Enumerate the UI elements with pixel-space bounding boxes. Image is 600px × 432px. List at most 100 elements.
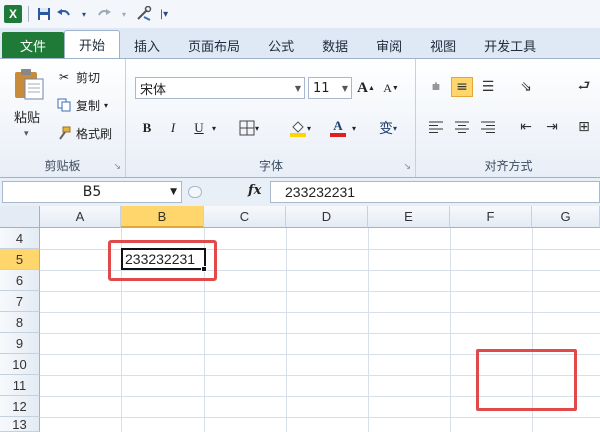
borders-icon: [239, 120, 255, 136]
paste-button[interactable]: 粘贴: [14, 107, 40, 126]
alignment-group-label: 对齐方式: [484, 159, 533, 173]
row-header-12[interactable]: 12: [0, 396, 40, 417]
tab-home[interactable]: 开始: [64, 30, 121, 58]
tab-review[interactable]: 审阅: [362, 32, 416, 58]
tab-file[interactable]: 文件: [2, 32, 65, 58]
formula-bar-scroll-icon: [188, 186, 202, 198]
tab-developer[interactable]: 开发工具: [470, 32, 550, 58]
increase-indent-icon[interactable]: ⇥: [541, 117, 563, 137]
column-header-g[interactable]: G: [532, 206, 600, 228]
copy-dropdown-icon[interactable]: ▾: [104, 101, 108, 110]
underline-dropdown-icon[interactable]: ▾: [209, 117, 219, 139]
ribbon-tabs: 文件 开始 插入 页面布局 公式 数据 审阅 视图 开发工具: [0, 28, 600, 58]
align-top-icon[interactable]: ⩧: [425, 77, 447, 97]
font-size-value: 11: [313, 80, 330, 96]
align-center-icon[interactable]: [451, 117, 473, 137]
grow-font-button[interactable]: A ▲: [356, 77, 376, 99]
customize-tools-icon[interactable]: [135, 4, 153, 24]
chevron-down-icon: ▾: [306, 123, 311, 133]
row-header-5[interactable]: 5: [0, 249, 40, 270]
clipboard-group-label: 剪贴板: [44, 159, 81, 173]
up-arrow-icon: ▲: [367, 84, 375, 92]
column-header-b[interactable]: B: [121, 206, 204, 228]
chevron-down-icon: ▼: [341, 83, 348, 93]
row-header-7[interactable]: 7: [0, 291, 40, 312]
wrap-text-icon[interactable]: ⮐: [573, 77, 595, 97]
name-box[interactable]: B5 ▼: [2, 181, 182, 203]
align-left-icon[interactable]: [425, 117, 447, 137]
grow-font-letter: A: [357, 79, 368, 96]
gridline: [40, 291, 600, 292]
italic-button[interactable]: I: [163, 117, 183, 139]
paste-icon[interactable]: [12, 67, 46, 101]
highlight-box-b5: [108, 240, 217, 281]
paste-dropdown-icon[interactable]: ▾: [24, 129, 29, 139]
column-header-f[interactable]: F: [450, 206, 532, 228]
font-color-letter: A: [333, 118, 343, 133]
font-color-swatch: [330, 133, 346, 137]
cut-button[interactable]: ✂ 剪切: [56, 67, 100, 87]
toolbar-menu-icon[interactable]: |▾: [155, 4, 173, 24]
column-header-c[interactable]: C: [204, 206, 286, 228]
select-all-corner[interactable]: [0, 206, 40, 228]
borders-button[interactable]: ▾: [237, 117, 261, 139]
fill-color-button[interactable]: ▾: [285, 117, 315, 139]
align-center-lines: [455, 121, 469, 133]
align-bottom-icon[interactable]: ☰: [477, 77, 499, 97]
chevron-down-icon: ▼: [170, 187, 177, 197]
undo-dropdown-icon[interactable]: ▾: [75, 4, 93, 24]
align-middle-icon[interactable]: ≡: [451, 77, 473, 97]
font-size-select[interactable]: 11 ▼: [308, 77, 352, 99]
row-header-13[interactable]: 13: [0, 417, 40, 432]
gridline: [368, 228, 369, 432]
decrease-indent-icon[interactable]: ⇤: [515, 117, 537, 137]
copy-label: 复制: [76, 98, 101, 113]
row-header-4[interactable]: 4: [0, 228, 40, 249]
align-right-icon[interactable]: [477, 117, 499, 137]
row-header-9[interactable]: 9: [0, 333, 40, 354]
dialog-launcher-icon[interactable]: ↘: [403, 162, 411, 172]
tab-formulas[interactable]: 公式: [254, 32, 308, 58]
chevron-down-icon: ▼: [294, 83, 301, 93]
row-header-6[interactable]: 6: [0, 270, 40, 291]
bold-button[interactable]: B: [137, 117, 157, 139]
redo-icon[interactable]: [95, 4, 113, 24]
column-header-d[interactable]: D: [286, 206, 368, 228]
format-painter-button[interactable]: 格式刷: [56, 123, 112, 143]
save-icon[interactable]: [35, 4, 53, 24]
alignment-group: ⩧ ≡ ☰ ⇘ ⮐ ⇤ ⇥ ⊞ 对齐方式: [417, 59, 600, 177]
underline-button[interactable]: U: [189, 117, 209, 139]
chevron-down-icon: ▾: [392, 123, 397, 133]
orientation-icon[interactable]: ⇘: [515, 77, 537, 97]
paint-bucket-icon: [289, 121, 306, 137]
column-header-a[interactable]: A: [40, 206, 121, 228]
format-painter-label: 格式刷: [76, 126, 113, 141]
font-name-select[interactable]: 宋体 ▼: [135, 77, 305, 99]
spreadsheet-grid[interactable]: A B C D E F G 4 5 6 7 8 9 10 11 12 13 23…: [0, 206, 600, 432]
brush-icon: [56, 125, 72, 141]
formula-input[interactable]: 233232231: [270, 181, 600, 203]
undo-icon[interactable]: [55, 4, 73, 24]
formula-bar: B5 ▼ fx 233232231: [0, 178, 600, 206]
tab-insert[interactable]: 插入: [120, 32, 174, 58]
font-color-dropdown-icon[interactable]: ▾: [349, 117, 359, 139]
shrink-font-button[interactable]: A ▼: [381, 77, 401, 99]
row-header-10[interactable]: 10: [0, 354, 40, 375]
column-header-e[interactable]: E: [368, 206, 450, 228]
merge-center-icon[interactable]: ⊞: [573, 117, 595, 137]
tab-data[interactable]: 数据: [308, 32, 362, 58]
redo-dropdown-icon[interactable]: ▾: [115, 4, 133, 24]
down-arrow-icon: ▼: [391, 84, 399, 92]
copy-icon: [56, 97, 72, 113]
font-name-value: 宋体: [140, 82, 167, 98]
tab-view[interactable]: 视图: [416, 32, 470, 58]
insert-function-icon[interactable]: fx: [248, 183, 261, 198]
dialog-launcher-icon[interactable]: ↘: [113, 162, 121, 172]
gridline: [40, 333, 600, 334]
row-header-11[interactable]: 11: [0, 375, 40, 396]
phonetic-button[interactable]: 变 ▾: [373, 117, 403, 139]
tab-page-layout[interactable]: 页面布局: [174, 32, 254, 58]
ribbon: 粘贴 ▾ ✂ 剪切 复制 ▾ 格式刷 剪贴板 ↘ 宋体 ▼ 11 ▼ A ▲ A…: [0, 58, 600, 178]
copy-button[interactable]: 复制 ▾: [56, 95, 108, 115]
row-header-8[interactable]: 8: [0, 312, 40, 333]
